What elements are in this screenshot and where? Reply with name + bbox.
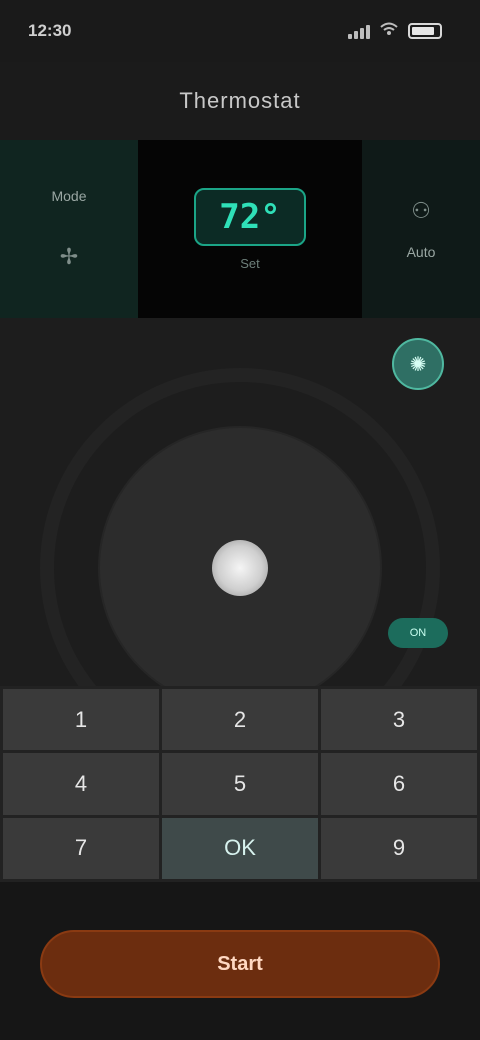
temperature-display: 72°	[194, 187, 306, 246]
light-button[interactable]: ✺	[392, 338, 444, 390]
power-toggle[interactable]: ON	[388, 618, 448, 648]
title-bar: Thermostat	[0, 62, 480, 140]
battery-icon	[408, 23, 442, 39]
key-3[interactable]: 3	[321, 689, 477, 751]
bottom-row	[0, 892, 480, 928]
key-9[interactable]: 9	[321, 817, 477, 879]
key-4[interactable]: 4	[3, 753, 159, 815]
dial-area: ✺ ON	[0, 318, 480, 768]
status-left: 12:30	[28, 21, 71, 41]
key-6[interactable]: 6	[321, 753, 477, 815]
user-icon: ⚇	[411, 198, 431, 223]
key-1[interactable]: 1	[3, 689, 159, 751]
page-title: Thermostat	[179, 88, 301, 113]
mode-panel[interactable]: Mode ✢	[0, 140, 138, 318]
key-7[interactable]: 7	[3, 817, 159, 879]
status-right	[348, 22, 452, 41]
status-bar: 12:30	[0, 0, 480, 62]
status-panel: Mode ✢ 72° Set ⚇ Auto	[0, 140, 480, 318]
temperature-panel: 72° Set	[138, 140, 362, 318]
status-time: 12:30	[28, 21, 72, 40]
profile-label: Auto	[406, 244, 436, 260]
bottom-bar: Start	[0, 882, 480, 1040]
key-5[interactable]: 5	[162, 753, 318, 815]
key-2[interactable]: 2	[162, 689, 318, 751]
start-button[interactable]: Start	[40, 930, 440, 998]
temperature-caption: Set	[240, 255, 260, 271]
key-ok[interactable]: OK	[162, 817, 318, 879]
keypad: 1 2 3 4 5 6 7 OK 9	[0, 686, 480, 882]
signal-icon	[348, 23, 370, 39]
profile-panel[interactable]: ⚇ Auto	[362, 140, 480, 318]
wifi-icon	[380, 22, 398, 41]
fan-icon: ✢	[59, 244, 79, 269]
mode-label: Mode	[51, 188, 87, 204]
dial-knob[interactable]	[212, 540, 268, 596]
bulb-icon: ✺	[409, 353, 427, 376]
